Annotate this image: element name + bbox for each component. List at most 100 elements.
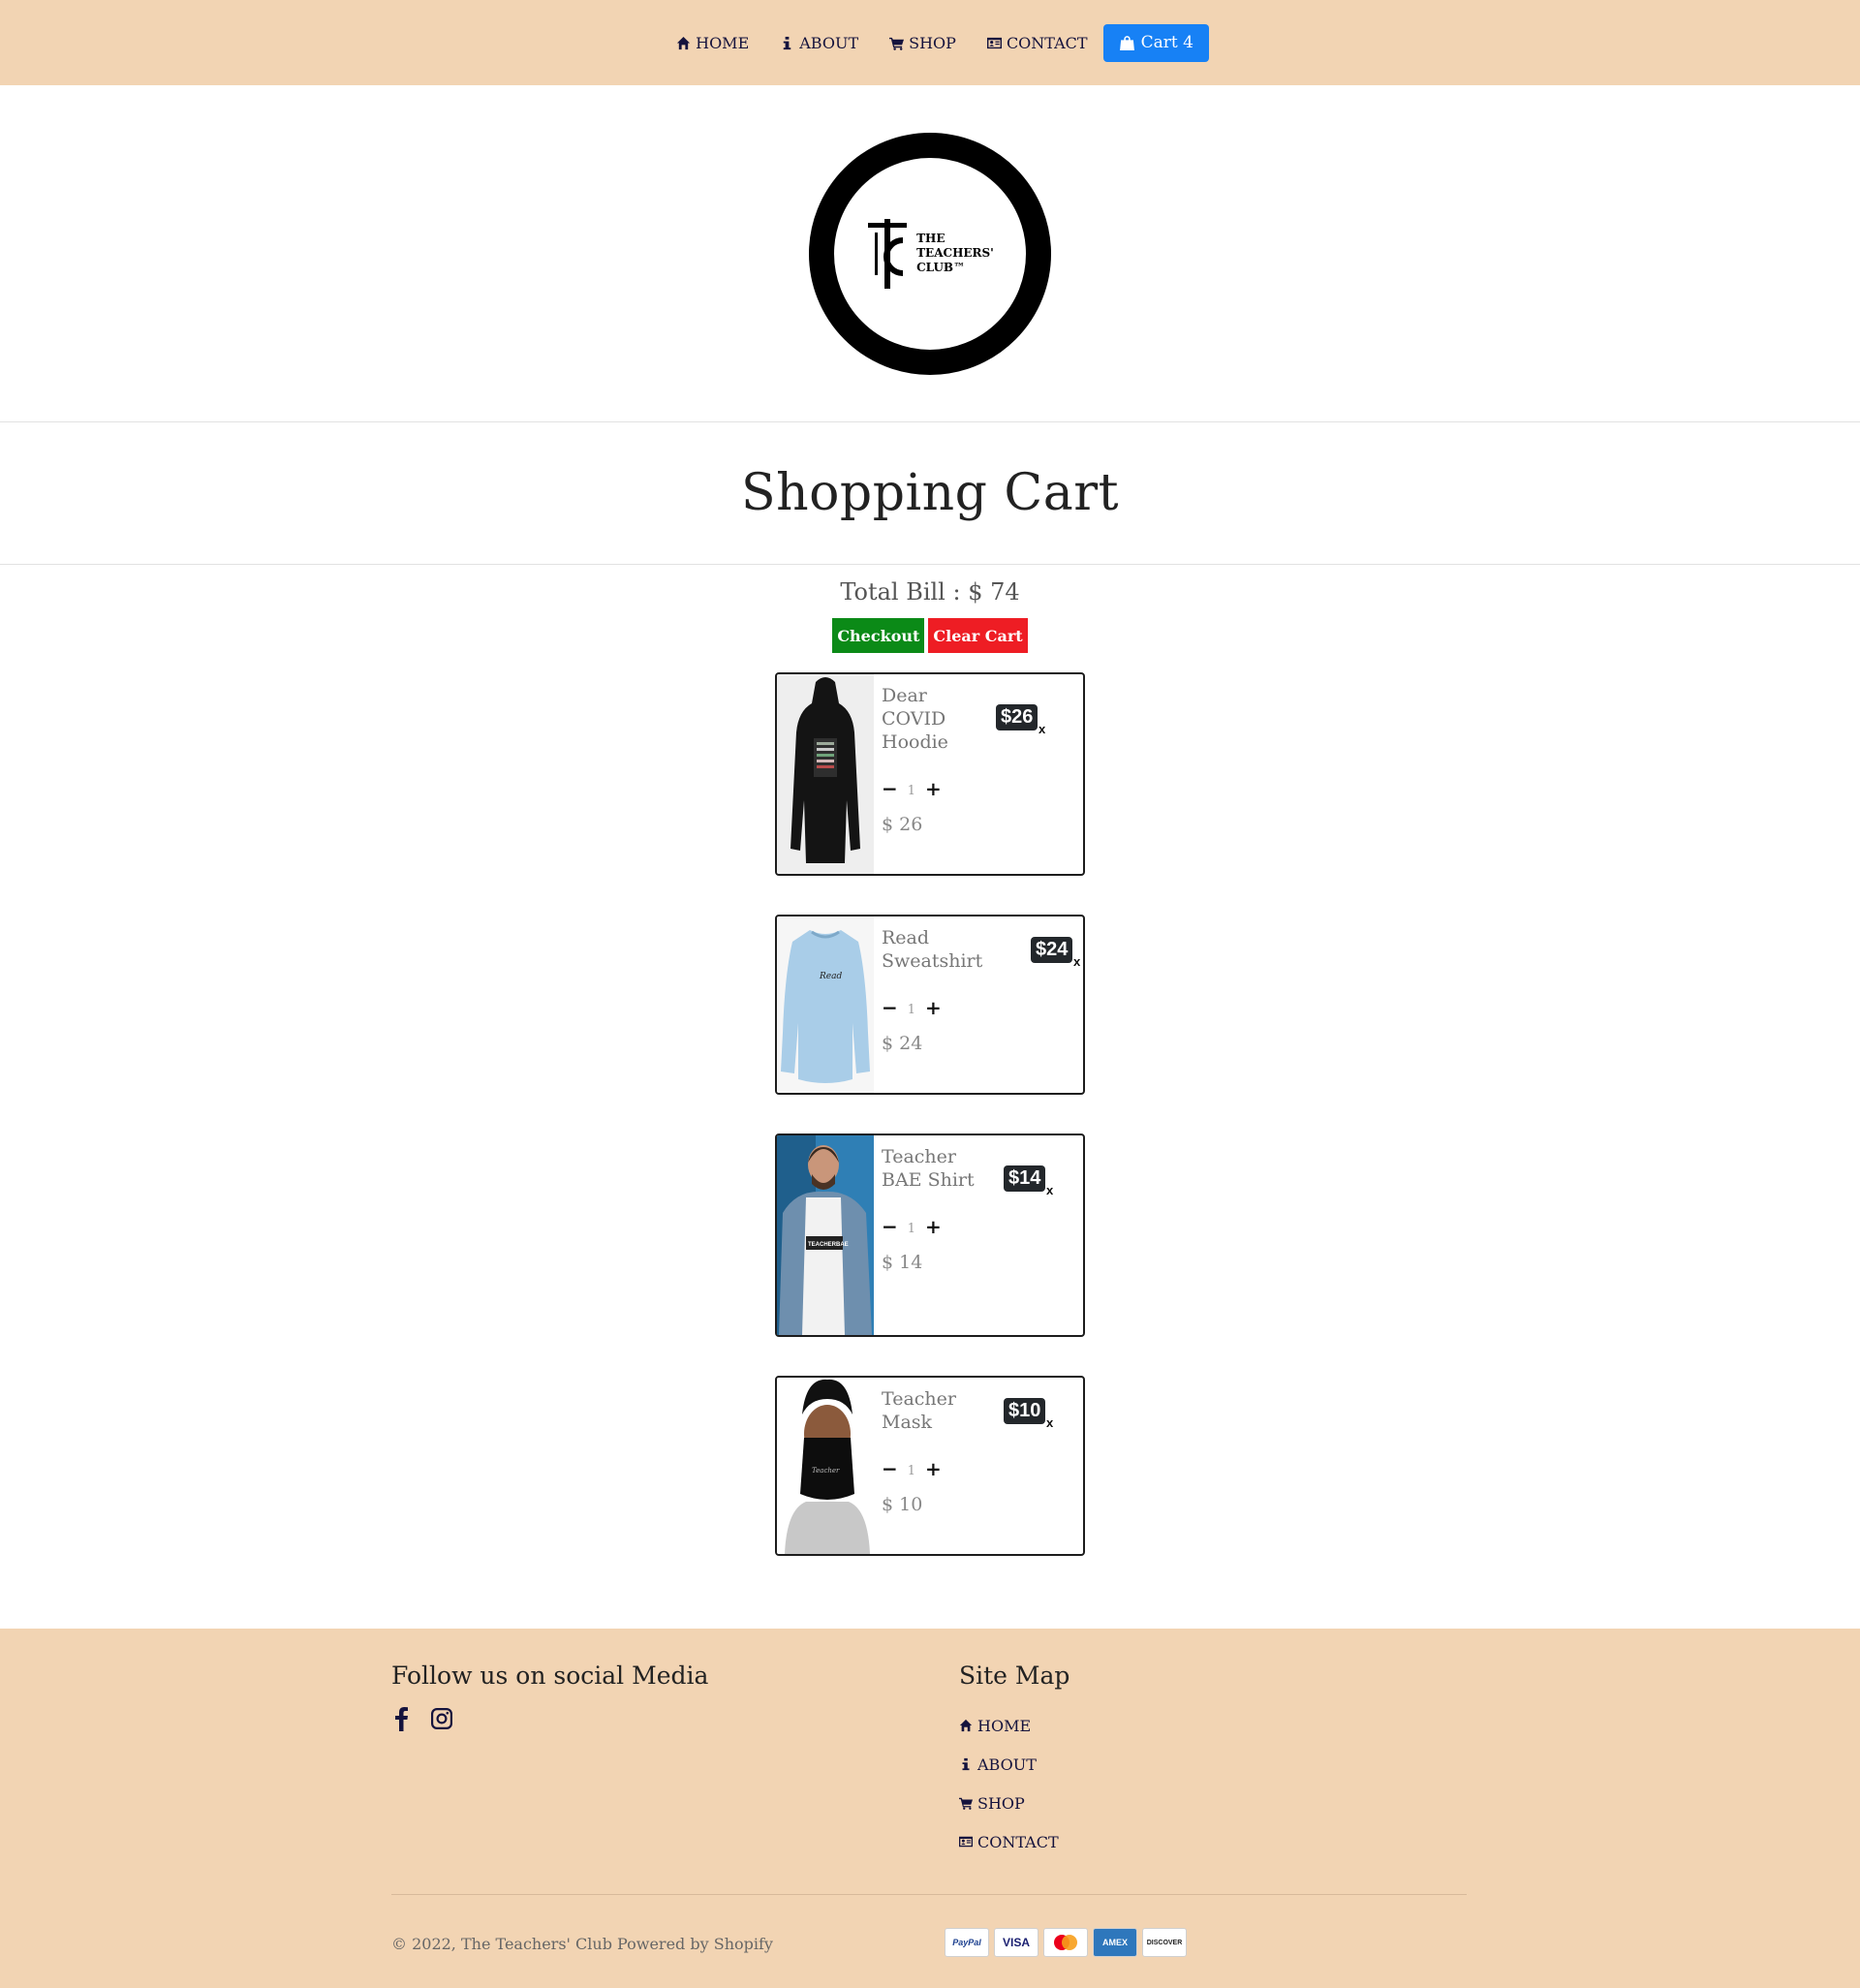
cart-items-list: Dear COVID Hoodie − 1 + $ 26 $26 x Read … [0, 672, 1860, 1595]
shopping-bag-icon [1119, 35, 1134, 50]
price-badge: $14 [1004, 1165, 1046, 1192]
shopping-cart-icon [889, 37, 905, 50]
quantity-stepper: − 1 + [882, 998, 1075, 1017]
quantity-value: 1 [907, 1221, 916, 1236]
mastercard-icon [1043, 1928, 1088, 1957]
increase-quantity-button[interactable]: + [925, 998, 942, 1017]
mastercard-logo [1054, 1935, 1077, 1950]
paypal-label: PayPal [952, 1938, 981, 1947]
cart-item: Dear COVID Hoodie − 1 + $ 26 $26 x [775, 672, 1085, 876]
sitemap-heading: Site Map [959, 1662, 1070, 1690]
amex-icon: AMEX [1093, 1928, 1137, 1957]
instagram-icon[interactable] [430, 1706, 453, 1731]
decrease-quantity-button[interactable]: − [882, 998, 898, 1017]
footer-content: Follow us on social Media Site Map HOME … [391, 1629, 1467, 1988]
home-icon [677, 36, 691, 49]
cart-actions: Checkout Clear Cart [0, 618, 1860, 653]
svg-text:Read: Read [819, 972, 842, 981]
item-name: Read Sweatshirt [882, 927, 983, 972]
item-subtotal: $ 10 [882, 1494, 923, 1515]
logo-content: THE TEACHERS' CLUB™ [866, 218, 994, 289]
sitemap-about[interactable]: ABOUT [959, 1745, 1059, 1784]
tc-monogram-icon [868, 218, 908, 289]
product-image[interactable]: Teacher [777, 1378, 874, 1554]
social-heading: Follow us on social Media [391, 1662, 709, 1690]
sitemap-about-label: ABOUT [977, 1755, 1037, 1774]
info-icon [962, 1757, 970, 1771]
quantity-value: 1 [907, 1463, 916, 1478]
decrease-quantity-button[interactable]: − [882, 1217, 898, 1236]
id-card-icon [986, 37, 1002, 48]
increase-quantity-button[interactable]: + [925, 1217, 942, 1236]
facebook-icon[interactable] [391, 1706, 413, 1731]
site-footer: Follow us on social Media Site Map HOME … [0, 1629, 1860, 1988]
decrease-quantity-button[interactable]: − [882, 779, 898, 798]
sitemap-home[interactable]: HOME [959, 1706, 1059, 1745]
amex-label: AMEX [1101, 1938, 1128, 1947]
visa-label: VISA [1002, 1936, 1030, 1949]
logo-wordmark: THE TEACHERS' CLUB™ [916, 232, 994, 275]
remove-item-button[interactable]: x [1073, 954, 1080, 969]
increase-quantity-button[interactable]: + [925, 779, 942, 798]
logo-line-1: THE [916, 232, 946, 245]
remove-item-button[interactable]: x [1046, 1415, 1053, 1430]
price-badge: $24 [1031, 937, 1073, 963]
cart-item: Teacher Teacher Mask − 1 + $ 10 $10 x [775, 1376, 1085, 1556]
nav-home[interactable]: HOME [676, 34, 749, 52]
shopping-cart-icon [959, 1797, 973, 1810]
item-subtotal: $ 24 [882, 1033, 923, 1054]
quantity-value: 1 [907, 783, 916, 798]
price-badge: $26 [996, 704, 1038, 730]
product-image[interactable] [777, 674, 874, 874]
product-image[interactable]: TEACHERBAE [777, 1135, 874, 1335]
remove-item-button[interactable]: x [1046, 1183, 1053, 1197]
decrease-quantity-button[interactable]: − [882, 1459, 898, 1478]
home-icon [959, 1719, 973, 1732]
nav-about[interactable]: ABOUT [780, 34, 858, 52]
payment-methods: PayPal VISA AMEX DISCOVER [945, 1928, 1187, 1957]
paypal-icon: PayPal [945, 1928, 989, 1957]
item-subtotal: $ 14 [882, 1252, 923, 1273]
item-name: Teacher BAE Shirt [882, 1146, 975, 1191]
sitemap-home-label: HOME [977, 1716, 1032, 1735]
model-shirt-image: TEACHERBAE [777, 1135, 874, 1335]
svg-text:TEACHERBAE: TEACHERBAE [808, 1242, 849, 1248]
site-logo[interactable]: THE TEACHERS' CLUB™ [809, 132, 1051, 375]
sitemap-contact-label: CONTACT [977, 1832, 1059, 1851]
logo-line-2: TEACHERS' [916, 246, 994, 260]
quantity-value: 1 [907, 1002, 916, 1017]
discover-icon: DISCOVER [1142, 1928, 1187, 1957]
sweatshirt-image: Read [781, 930, 870, 1083]
cart-button[interactable]: Cart 4 [1102, 23, 1209, 62]
discover-label: DISCOVER [1146, 1939, 1183, 1946]
sitemap-links: HOME ABOUT SHOP CONTACT [959, 1706, 1059, 1861]
item-details: Teacher BAE Shirt − 1 + $ 14 [874, 1135, 1083, 1335]
visa-icon: VISA [994, 1928, 1038, 1957]
price-badge: $10 [1004, 1398, 1046, 1424]
item-name: Dear COVID Hoodie [882, 685, 948, 753]
social-links [391, 1706, 453, 1731]
item-details: Teacher Mask − 1 + $ 10 [874, 1378, 1083, 1554]
id-card-icon [959, 1836, 973, 1848]
total-bill: Total Bill : $ 74 [840, 578, 1020, 606]
copyright-text: © 2022, The Teachers' Club Powered by Sh… [391, 1935, 773, 1953]
sitemap-contact[interactable]: CONTACT [959, 1822, 1059, 1861]
title-section: Shopping Cart [0, 422, 1860, 565]
item-name: Teacher Mask [882, 1388, 956, 1433]
svg-text:Teacher: Teacher [812, 1467, 840, 1475]
product-image[interactable]: Read [777, 916, 874, 1093]
nav-shop[interactable]: SHOP [889, 34, 956, 52]
remove-item-button[interactable]: x [1038, 722, 1045, 736]
nav-shop-label: SHOP [909, 33, 956, 52]
hoodie-image [790, 677, 860, 863]
checkout-button[interactable]: Checkout [832, 618, 925, 653]
top-navbar: HOME ABOUT SHOP CONTACT Cart 4 [0, 0, 1860, 85]
increase-quantity-button[interactable]: + [925, 1459, 942, 1478]
sitemap-shop[interactable]: SHOP [959, 1784, 1059, 1822]
nav-contact[interactable]: CONTACT [986, 34, 1088, 52]
clear-cart-button[interactable]: Clear Cart [928, 618, 1028, 653]
cart-item: Read Read Sweatshirt − 1 + $ 24 $24 x [775, 915, 1085, 1095]
quantity-stepper: − 1 + [882, 1459, 1075, 1478]
quantity-stepper: − 1 + [882, 1217, 1075, 1236]
cart-button-label: Cart 4 [1140, 33, 1194, 52]
